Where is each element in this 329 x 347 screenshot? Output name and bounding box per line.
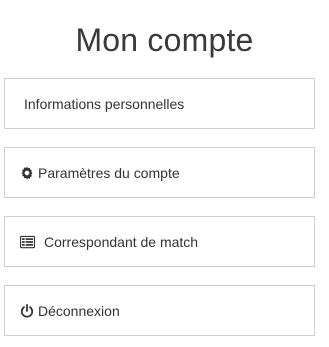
power-icon — [20, 303, 34, 318]
menu-item-account-settings[interactable]: Paramètres du compte — [4, 147, 315, 198]
list-icon — [20, 235, 35, 249]
menu-item-label: Correspondant de match — [44, 233, 199, 250]
menu-item-label: Déconnexion — [38, 302, 120, 319]
menu-item-match-correspondent[interactable]: Correspondant de match — [4, 216, 315, 267]
menu-item-label: Paramètres du compte — [38, 164, 180, 181]
page-title: Mon compte — [75, 22, 254, 58]
menu-item-personal-info[interactable]: Informations personnelles — [4, 78, 315, 129]
menu-item-logout[interactable]: Déconnexion — [4, 285, 315, 336]
menu-item-label: Informations personnelles — [24, 95, 185, 112]
gear-icon — [20, 166, 34, 180]
